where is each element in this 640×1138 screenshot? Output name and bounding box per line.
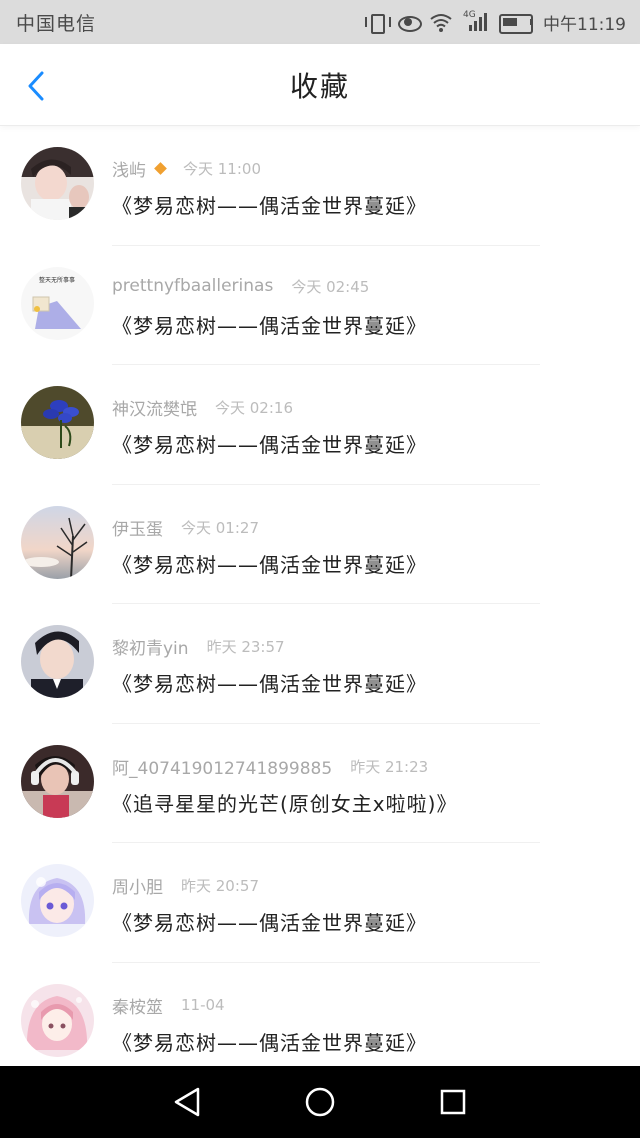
signal-icon: 4G <box>463 10 489 32</box>
item-meta: 黎初青yin 昨天 23:57 <box>112 634 285 659</box>
page-title: 收藏 <box>289 69 350 103</box>
avatar[interactable]: 整天无所事事 <box>21 266 94 340</box>
avatar[interactable] <box>21 386 94 459</box>
list-item[interactable]: 浅屿 今天 11:00 《梦易恋树——偶活金世界蔓延》 <box>0 126 640 246</box>
timestamp: 今天 01:27 <box>181 518 259 537</box>
list-item[interactable]: 整天无所事事 prettnyfbaallerinas 今天 02:45 《梦易恋… <box>0 246 640 365</box>
list-item[interactable]: 秦桉筮 11-04 《梦易恋树——偶活金世界蔓延》 <box>0 963 640 1083</box>
carrier-label: 中国电信 <box>16 12 97 35</box>
author-name[interactable]: 阿_407419012741899885 <box>112 754 332 779</box>
timestamp: 11-04 <box>181 996 225 1014</box>
status-bar: 中国电信 4G 中午11:19 <box>0 0 640 44</box>
back-button[interactable] <box>22 71 50 101</box>
circle-home-icon <box>305 1087 335 1117</box>
navigation-bar <box>0 1066 640 1138</box>
book-title[interactable]: 《梦易恋树——偶活金世界蔓延》 <box>112 190 427 219</box>
item-meta: 阿_407419012741899885 昨天 21:23 <box>112 754 428 779</box>
book-title[interactable]: 《梦易恋树——偶活金世界蔓延》 <box>112 907 427 936</box>
vibrate-icon <box>365 12 391 34</box>
author-name[interactable]: 周小胆 <box>112 873 163 898</box>
timestamp: 昨天 20:57 <box>181 877 259 895</box>
eye-comfort-icon <box>397 12 422 32</box>
wifi-icon <box>430 14 452 32</box>
list-item[interactable]: 阿_407419012741899885 昨天 21:23 《追寻星星的光芒(原… <box>0 724 640 843</box>
battery-icon <box>499 13 533 34</box>
timestamp: 今天 02:45 <box>291 277 370 296</box>
item-meta: 神汉流樊氓 今天 02:16 <box>112 395 293 420</box>
timestamp: 昨天 23:57 <box>206 638 285 656</box>
timestamp: 昨天 21:23 <box>350 757 429 776</box>
triangle-back-icon <box>174 1087 199 1117</box>
nav-home-button[interactable] <box>300 1082 340 1122</box>
list-item[interactable]: 黎初青yin 昨天 23:57 《梦易恋树——偶活金世界蔓延》 <box>0 604 640 724</box>
author-name[interactable]: 浅屿 <box>112 156 146 181</box>
list-item[interactable]: 周小胆 昨天 20:57 《梦易恋树——偶活金世界蔓延》 <box>0 843 640 963</box>
avatar[interactable] <box>21 625 94 698</box>
book-title[interactable]: 《梦易恋树——偶活金世界蔓延》 <box>112 1027 427 1056</box>
item-meta: 伊玉蛋 今天 01:27 <box>112 515 259 540</box>
book-title[interactable]: 《梦易恋树——偶活金世界蔓延》 <box>112 429 427 458</box>
avatar[interactable] <box>21 147 94 220</box>
author-name[interactable]: 神汉流樊氓 <box>112 395 197 420</box>
author-name[interactable]: 黎初青yin <box>112 634 189 659</box>
clock-label: 中午11:19 <box>543 14 626 35</box>
avatar[interactable] <box>21 744 94 818</box>
list-item[interactable]: 伊玉蛋 今天 01:27 《梦易恋树——偶活金世界蔓延》 <box>0 485 640 604</box>
book-title[interactable]: 《梦易恋树——偶活金世界蔓延》 <box>112 549 427 578</box>
avatar[interactable] <box>21 983 94 1057</box>
avatar-caption: 整天无所事事 <box>39 276 75 284</box>
author-name[interactable]: 秦桉筮 <box>112 993 163 1018</box>
avatar[interactable] <box>21 505 94 579</box>
item-meta: 秦桉筮 11-04 <box>112 993 225 1018</box>
timestamp: 今天 02:16 <box>215 399 293 417</box>
book-title[interactable]: 《追寻星星的光芒(原创女主x啦啦)》 <box>112 788 457 817</box>
author-name[interactable]: 伊玉蛋 <box>112 515 163 540</box>
author-name[interactable]: prettnyfbaallerinas <box>112 276 273 296</box>
list-item[interactable]: 神汉流樊氓 今天 02:16 《梦易恋树——偶活金世界蔓延》 <box>0 365 640 485</box>
nav-back-button[interactable] <box>167 1082 207 1122</box>
book-title[interactable]: 《梦易恋树——偶活金世界蔓延》 <box>112 310 427 339</box>
item-meta: 浅屿 今天 11:00 <box>112 156 261 181</box>
vip-badge-icon <box>154 162 167 175</box>
favorites-list: 浅屿 今天 11:00 《梦易恋树——偶活金世界蔓延》 整天无所事事 prett… <box>0 126 640 1082</box>
book-title[interactable]: 《梦易恋树——偶活金世界蔓延》 <box>112 668 427 697</box>
item-meta: prettnyfbaallerinas 今天 02:45 <box>112 276 369 297</box>
chevron-left-icon <box>28 71 44 101</box>
item-meta: 周小胆 昨天 20:57 <box>112 873 259 898</box>
square-recent-icon <box>441 1089 466 1115</box>
status-icons: 4G 中午11:19 <box>365 10 626 35</box>
timestamp: 今天 11:00 <box>183 160 261 178</box>
nav-recent-button[interactable] <box>433 1082 473 1122</box>
avatar[interactable] <box>21 864 94 937</box>
header: 收藏 <box>0 44 640 126</box>
